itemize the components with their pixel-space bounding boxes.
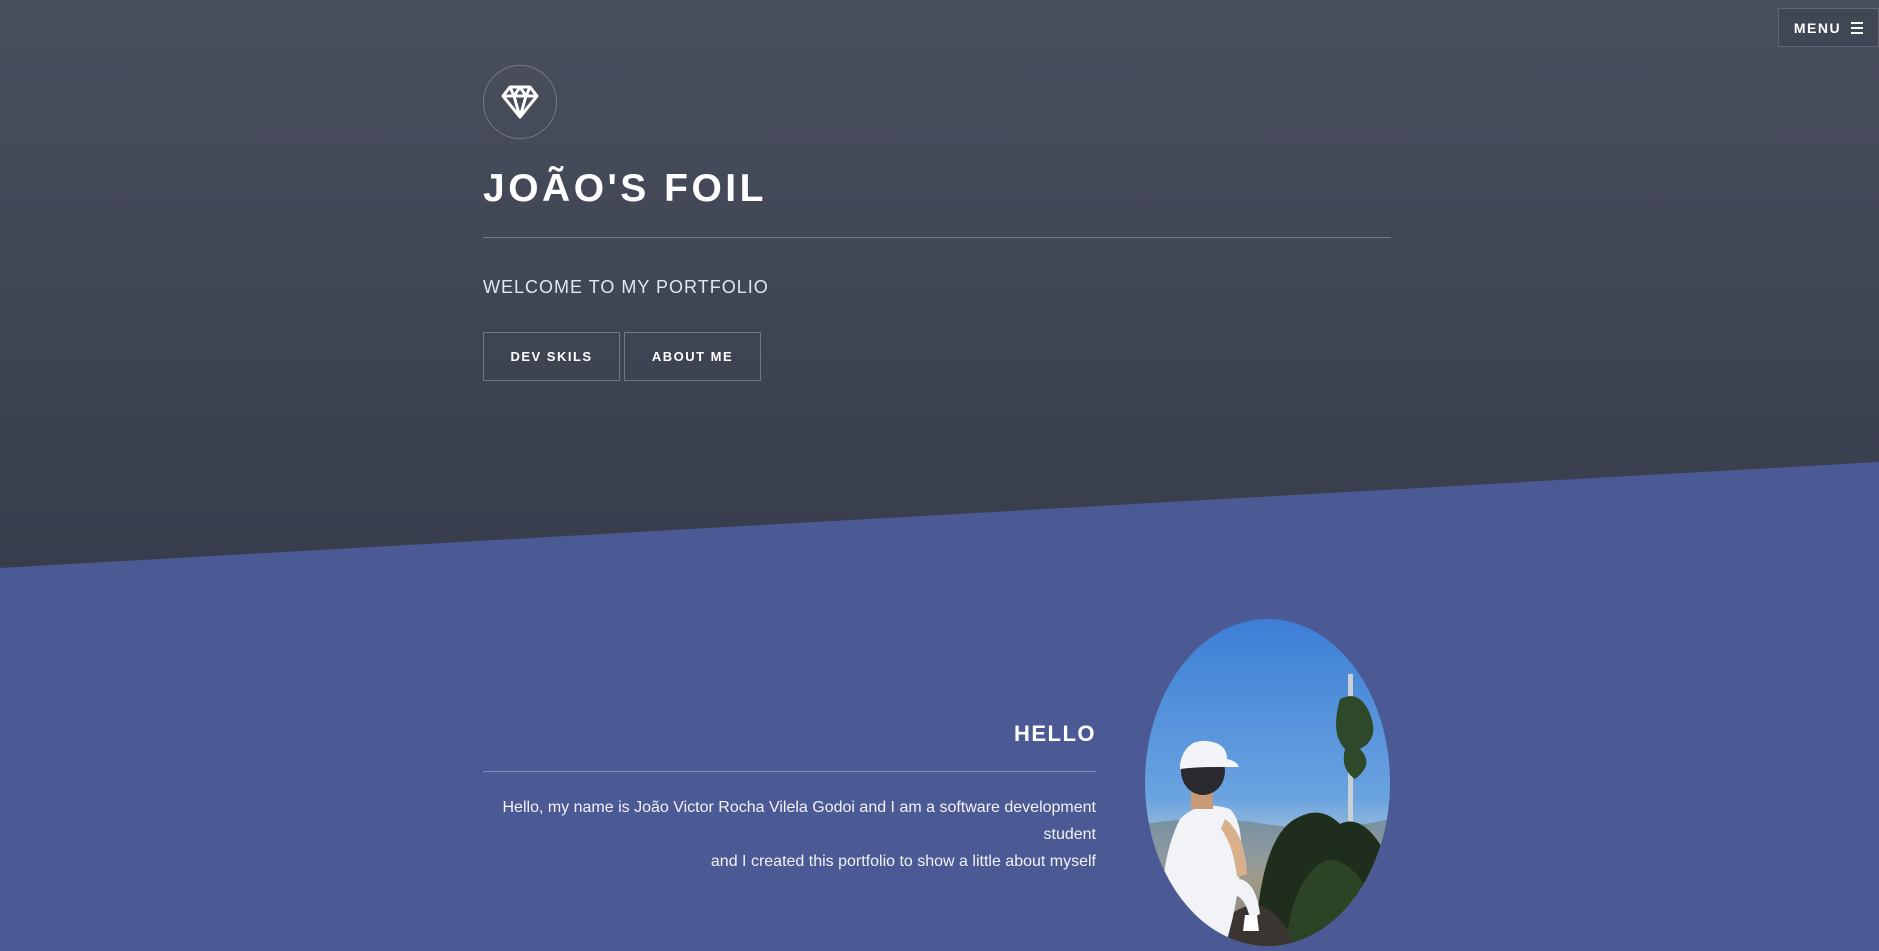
about-heading: HELLO bbox=[1013, 721, 1096, 746]
about-me-button[interactable]: ABOUT ME bbox=[624, 332, 761, 381]
hamburger-icon bbox=[1851, 21, 1864, 34]
hero-divider bbox=[483, 237, 1391, 238]
about-section: HELLO Hello, my name is João Victor Roch… bbox=[483, 620, 1096, 875]
menu-label: MENU bbox=[1793, 19, 1842, 36]
profile-photo bbox=[1145, 619, 1390, 946]
menu-button[interactable]: MENU bbox=[1778, 8, 1879, 47]
logo bbox=[483, 65, 557, 139]
diamond-icon bbox=[501, 85, 539, 119]
about-text-line-2: and I created this portfolio to show a l… bbox=[710, 853, 1096, 870]
about-text-line-1: Hello, my name is João Victor Rocha Vile… bbox=[502, 799, 1097, 843]
hero-section: JOÃO'S FOIL WELCOME TO MY PORTFOLIO DEV … bbox=[483, 65, 1391, 381]
hero-buttons: DEV SKILS ABOUT ME bbox=[483, 332, 1391, 381]
about-text: Hello, my name is João Victor Rocha Vile… bbox=[483, 794, 1097, 875]
profile-photo-image bbox=[1145, 619, 1390, 946]
hero-subtitle: WELCOME TO MY PORTFOLIO bbox=[483, 277, 769, 297]
site-title: JOÃO'S FOIL bbox=[483, 167, 767, 210]
about-divider bbox=[483, 771, 1096, 772]
dev-skills-button[interactable]: DEV SKILS bbox=[483, 332, 620, 381]
page: MENU JOÃO'S FOIL WELCOME TO MY PORTFOLIO… bbox=[0, 0, 1879, 951]
